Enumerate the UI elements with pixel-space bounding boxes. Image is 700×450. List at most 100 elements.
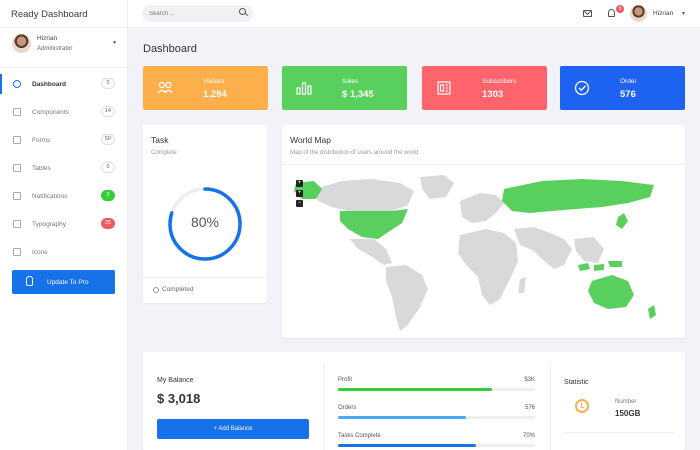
card-title: World Map: [290, 135, 331, 145]
chevron-down-icon[interactable]: ▼: [112, 40, 117, 46]
bell-icon[interactable]: [608, 9, 615, 17]
sidebar: Hizrian Administrator ▼ Dashboard 5 Comp…: [0, 28, 128, 450]
zoom-in-button[interactable]: +: [296, 180, 303, 187]
newspaper-icon: [437, 81, 451, 95]
completed-label: Completed: [162, 286, 194, 293]
mail-icon[interactable]: [583, 10, 592, 17]
profile-name: Hizrian: [37, 35, 58, 42]
sidebar-item-label: Components: [32, 109, 69, 116]
clock-icon: [575, 399, 589, 413]
progress-label: Tasks Complete: [338, 433, 381, 439]
search-icon[interactable]: [239, 8, 246, 15]
search-input[interactable]: [142, 5, 253, 22]
progress-value: 576: [524, 405, 535, 411]
sidebar-item-label: Notifications: [32, 193, 68, 200]
sidebar-item-dashboard[interactable]: Dashboard 5: [0, 72, 128, 100]
bell-icon: [13, 192, 21, 200]
add-balance-button[interactable]: + Add Balance: [157, 419, 309, 439]
divider: [143, 277, 267, 278]
stat-card-order[interactable]: Order 576: [560, 66, 685, 110]
sidebar-nav: Dashboard 5 Components 14 Forms 50 Table…: [0, 72, 128, 268]
stat-card-sales[interactable]: Sales $ 1,345: [282, 66, 407, 110]
typography-icon: [13, 220, 21, 228]
sidebar-item-label: Typography: [32, 221, 66, 228]
card-subtitle: Complete: [151, 150, 177, 156]
progress-fill: [338, 388, 492, 391]
top-navbar: 5 Hizrian ▼: [128, 0, 700, 28]
sidebar-item-forms[interactable]: Forms 50: [0, 128, 128, 156]
task-card: Task Complete 80% Completed: [143, 125, 267, 303]
divider: [550, 364, 551, 450]
components-icon: [13, 108, 21, 116]
stat-card-visitors[interactable]: Visitors 1,294: [143, 66, 268, 110]
sidebar-item-components[interactable]: Components 14: [0, 100, 128, 128]
user-profile[interactable]: Hizrian Administrator ▼: [0, 28, 128, 68]
page-title: Dashboard: [143, 43, 197, 55]
progress-label: Profit: [338, 377, 353, 383]
divider: [324, 364, 325, 450]
stat-label: Subscribers: [482, 78, 517, 85]
world-map[interactable]: [282, 169, 685, 334]
progress-fill: [338, 444, 476, 447]
world-map-card: World Map Map of the distribution of use…: [282, 125, 685, 338]
task-percent: 80%: [190, 214, 220, 230]
stat-value: $ 1,345: [342, 89, 374, 100]
progress-label: Orders: [338, 405, 357, 411]
stat-label: Visitors: [203, 78, 225, 85]
progress-fill: [338, 416, 467, 419]
circle-icon: [153, 287, 159, 293]
pointer-icon: [26, 276, 33, 286]
statistic-label: Number: [615, 399, 637, 405]
zoom-out-button[interactable]: −: [296, 200, 303, 207]
divider: [282, 164, 685, 165]
sidebar-item-label: Tables: [32, 165, 51, 172]
count-badge: 14: [100, 106, 115, 117]
update-to-pro-label: Update To Pro: [47, 278, 89, 286]
statistic-title: Statistic: [564, 379, 589, 386]
zoom-in-button[interactable]: +: [296, 190, 303, 197]
sidebar-item-typography[interactable]: Typography 25: [0, 212, 128, 240]
stat-label: Order: [620, 78, 637, 85]
sidebar-item-label: Forms: [32, 137, 51, 144]
forms-icon: [13, 136, 21, 144]
progress-bar: [338, 388, 535, 391]
update-to-pro-button[interactable]: Update To Pro: [12, 270, 115, 294]
divider: [564, 432, 674, 433]
user-name[interactable]: Hizrian: [653, 10, 673, 17]
dashboard-icon: [13, 80, 21, 88]
count-badge: 50: [100, 134, 115, 145]
count-badge: 3: [101, 190, 115, 201]
count-badge: 25: [100, 218, 115, 229]
count-badge: 6: [101, 162, 115, 173]
check-circle-icon: [574, 80, 590, 96]
balance-card: My Balance $ 3,018 + Add Balance Profit …: [143, 352, 685, 450]
users-icon: [157, 81, 174, 94]
avatar[interactable]: [630, 5, 647, 22]
bar-chart-icon: [296, 82, 312, 95]
balance-value: $ 3,018: [157, 391, 201, 406]
sidebar-item-notifications[interactable]: Notifications 3: [0, 184, 128, 212]
avatar: [12, 34, 31, 53]
chevron-down-icon[interactable]: ▼: [681, 11, 686, 17]
stat-card-subscribers[interactable]: Subscribers 1303: [422, 66, 547, 110]
stat-label: Sales: [342, 78, 359, 85]
brand-logo[interactable]: Ready Dashboard: [0, 0, 128, 28]
card-title: Task: [151, 135, 169, 145]
profile-role: Administrator: [37, 46, 73, 52]
stat-value: 1,294: [203, 89, 227, 100]
balance-label: My Balance: [157, 377, 194, 384]
progress-value: $3K: [524, 377, 535, 383]
sidebar-item-label: Dashboard: [32, 81, 66, 88]
notification-badge: 5: [616, 5, 624, 13]
sidebar-item-label: Icons: [32, 249, 48, 256]
count-badge: 5: [101, 78, 115, 89]
progress-value: 70%: [522, 433, 535, 439]
sidebar-item-tables[interactable]: Tables 6: [0, 156, 128, 184]
tables-icon: [13, 164, 21, 172]
progress-bar: [338, 416, 535, 419]
icons-icon: [13, 248, 21, 256]
stat-value: 1303: [482, 89, 504, 100]
sidebar-item-icons[interactable]: Icons: [0, 240, 128, 268]
stat-value: 576: [620, 89, 636, 100]
statistic-value: 150GB: [615, 409, 641, 418]
